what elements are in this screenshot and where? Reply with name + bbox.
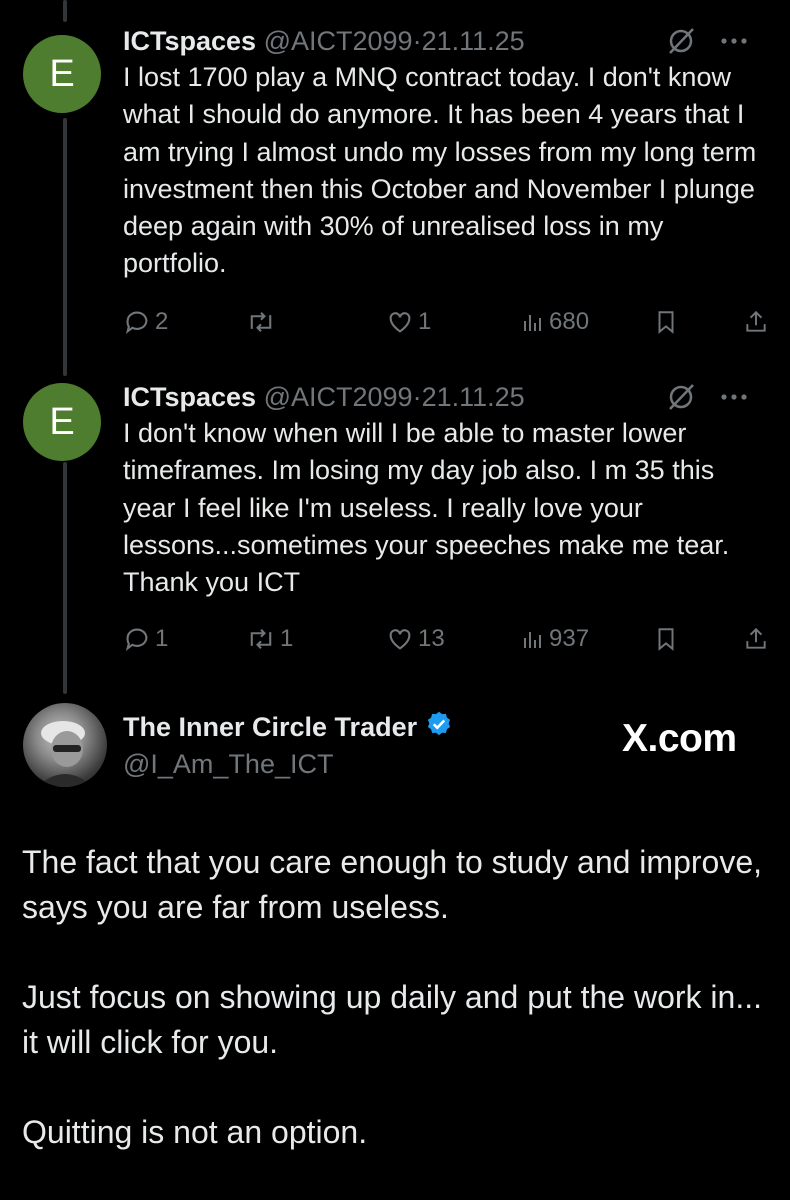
bookmark-icon: [653, 625, 679, 653]
tweet-text: I lost 1700 play a MNQ contract today. I…: [123, 62, 757, 279]
views-button[interactable]: 680: [521, 304, 589, 340]
tweet-actions: 1 1 13 937: [123, 621, 773, 657]
reply-author-avatar[interactable]: [23, 703, 107, 787]
share-icon: [743, 625, 769, 653]
reply-button[interactable]: 2: [123, 304, 168, 340]
reply-author-handle[interactable]: @I_Am_The_ICT: [123, 749, 333, 780]
grok-icon[interactable]: [666, 382, 696, 412]
tweet-1[interactable]: E ICTspaces @AICT2099·21.11.25 I lost 17…: [0, 0, 790, 360]
retweet-count: 1: [280, 625, 294, 652]
like-button[interactable]: 13: [386, 621, 445, 657]
tweet-2[interactable]: E ICTspaces @AICT2099·21.11.25 I don't k…: [0, 370, 790, 680]
reply-author-name[interactable]: The Inner Circle Trader: [123, 710, 453, 745]
author-handle[interactable]: @AICT2099: [264, 382, 413, 412]
avatar[interactable]: E: [23, 35, 101, 113]
retweet-button[interactable]: 1: [246, 621, 293, 657]
like-icon: [386, 308, 414, 336]
views-button[interactable]: 937: [521, 621, 589, 657]
bookmark-icon: [653, 308, 679, 336]
reply-count: 1: [155, 625, 169, 652]
like-count: 13: [418, 625, 445, 652]
like-count: 1: [418, 308, 432, 335]
tweet-date[interactable]: 21.11.25: [422, 26, 525, 56]
bookmark-button[interactable]: [653, 621, 679, 657]
share-button[interactable]: [743, 621, 769, 657]
author-handle[interactable]: @AICT2099: [264, 26, 413, 56]
reply-paragraph: Just focus on showing up daily and put t…: [22, 979, 762, 1060]
more-icon[interactable]: [720, 393, 748, 401]
verified-badge-icon: [425, 710, 453, 745]
like-button[interactable]: 1: [386, 304, 431, 340]
like-icon: [386, 625, 414, 653]
tweet-text: I don't know when will I be able to mast…: [123, 418, 730, 598]
reply-count: 2: [155, 308, 169, 335]
bookmark-button[interactable]: [653, 304, 679, 340]
more-icon[interactable]: [720, 37, 748, 45]
views-icon: [521, 310, 545, 334]
views-count: 937: [549, 625, 590, 652]
grok-icon[interactable]: [666, 26, 696, 56]
author-name[interactable]: ICTspaces: [123, 26, 256, 56]
views-count: 680: [549, 308, 590, 335]
tweet-actions: 2 1 680: [123, 304, 773, 340]
retweet-icon: [246, 308, 276, 336]
reply-paragraph: The fact that you care enough to study a…: [22, 844, 762, 925]
reply-text: The fact that you care enough to study a…: [22, 840, 762, 1155]
reply-icon: [123, 625, 151, 653]
retweet-button[interactable]: [246, 304, 280, 340]
reply-button[interactable]: 1: [123, 621, 168, 657]
reply-icon: [123, 308, 151, 336]
x-com-watermark: X.com: [622, 717, 737, 760]
avatar[interactable]: E: [23, 383, 101, 461]
views-icon: [521, 627, 545, 651]
author-name[interactable]: ICTspaces: [123, 382, 256, 412]
tweet-date[interactable]: 21.11.25: [422, 382, 525, 412]
reply-paragraph: Quitting is not an option.: [22, 1114, 368, 1150]
share-button[interactable]: [743, 304, 769, 340]
share-icon: [743, 308, 769, 336]
retweet-icon: [246, 625, 276, 653]
